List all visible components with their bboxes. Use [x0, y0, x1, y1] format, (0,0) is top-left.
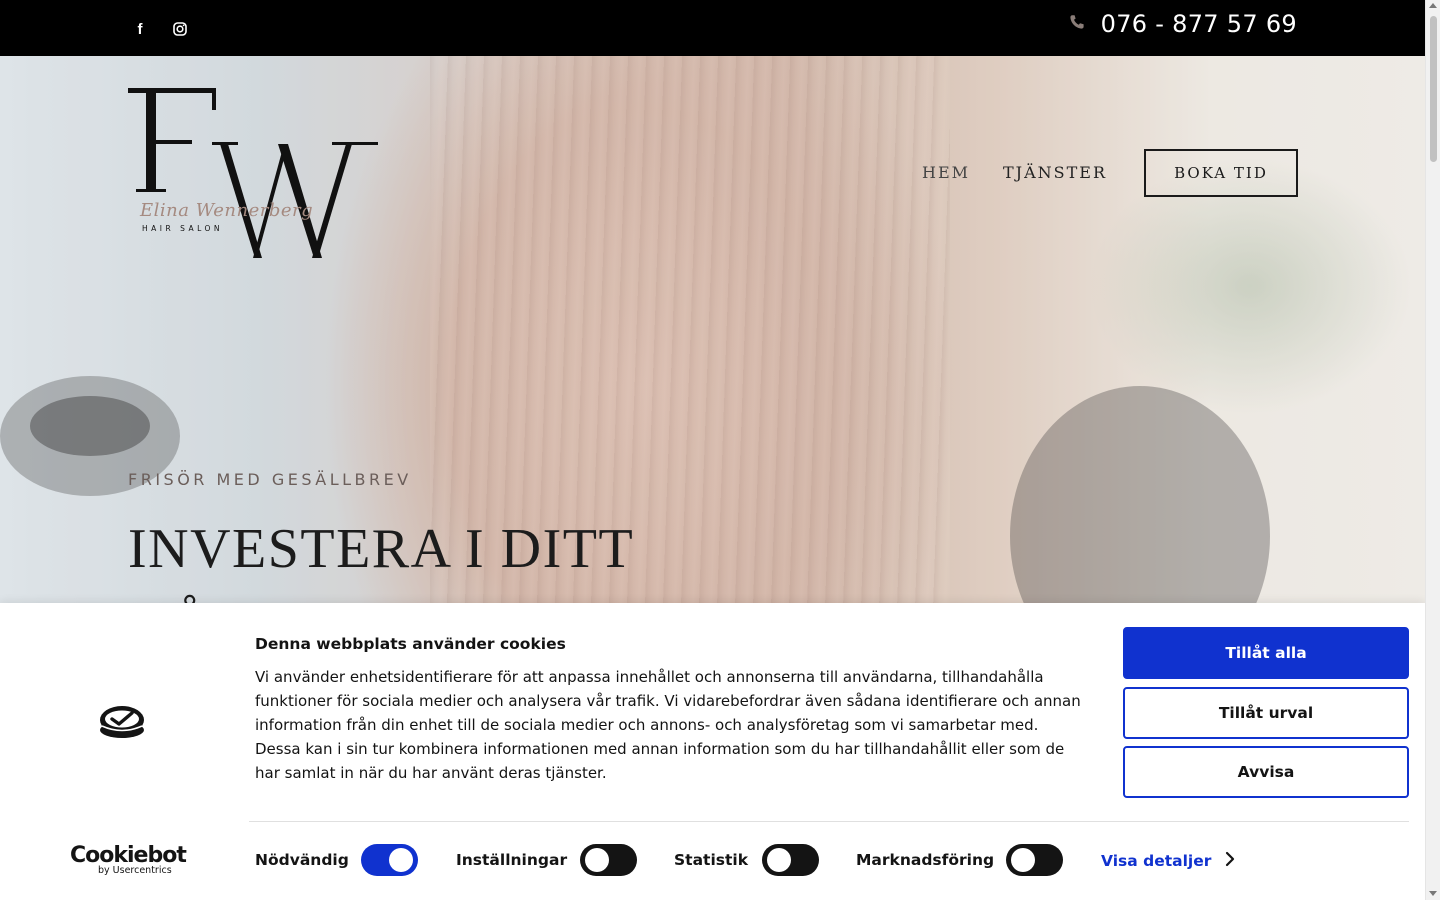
top-bar: f 076 - 877 57 69	[0, 0, 1425, 56]
toggle-label-marketing: Marknadsföring	[856, 851, 995, 869]
allow-all-button[interactable]: Tillåt alla	[1123, 627, 1409, 679]
phone-number[interactable]: 076 - 877 57 69	[1101, 10, 1297, 38]
toggle-necessary[interactable]	[361, 844, 418, 876]
salon-logo[interactable]: Elina Wennerberg HAIR SALON	[128, 88, 380, 260]
instagram-icon[interactable]	[169, 18, 191, 40]
toggle-marketing[interactable]	[1006, 844, 1063, 876]
toggle-knob	[1011, 848, 1035, 872]
hero-headline-line1: INVESTERA I DITT	[128, 518, 635, 580]
hero-image-shoulder	[1010, 386, 1270, 603]
toggle-label-necessary: Nödvändig	[255, 851, 349, 869]
toggle-knob	[389, 848, 413, 872]
book-appointment-button[interactable]: BOKA TID	[1144, 149, 1298, 197]
toggle-statistics[interactable]	[762, 844, 819, 876]
toggle-preferences[interactable]	[580, 844, 637, 876]
scroll-thumb[interactable]	[1430, 16, 1437, 162]
deny-button[interactable]: Avvisa	[1123, 746, 1409, 798]
phone-contact[interactable]: 076 - 877 57 69	[1069, 10, 1297, 38]
cookie-description: Vi använder enhetsidentifierare för att …	[255, 668, 1081, 782]
cookie-banner: Denna webbplats använder cookies Vi anvä…	[0, 603, 1425, 900]
scroll-up-icon[interactable]	[1429, 3, 1437, 8]
cookie-title: Denna webbplats använder cookies	[255, 635, 566, 653]
toggle-knob	[767, 848, 791, 872]
allow-selection-button[interactable]: Tillåt urval	[1123, 687, 1409, 739]
phone-icon	[1069, 14, 1085, 34]
logo-script-name: Elina Wennerberg	[140, 200, 314, 221]
cookie-divider	[249, 821, 1409, 822]
hero-image-object	[30, 396, 150, 456]
logo-subtitle: HAIR SALON	[142, 224, 224, 233]
facebook-icon[interactable]: f	[129, 18, 151, 40]
toggle-label-preferences: Inställningar	[456, 851, 568, 869]
nav-item-hem[interactable]: HEM	[922, 163, 970, 182]
cookiebot-logo[interactable]: Cookiebot by Usercentrics	[70, 843, 187, 876]
show-details-label: Visa detaljer	[1101, 852, 1212, 870]
page-scrollbar[interactable]	[1425, 0, 1440, 900]
chevron-right-icon	[1225, 851, 1235, 871]
nav-item-tjanster[interactable]: TJÄNSTER	[1003, 163, 1107, 182]
cookie-consent-icon	[98, 703, 146, 743]
toggle-label-statistics: Statistik	[674, 851, 749, 869]
toggle-knob	[585, 848, 609, 872]
scroll-down-icon[interactable]	[1429, 891, 1437, 896]
hero-kicker: FRISÖR MED GESÄLLBREV	[128, 470, 412, 489]
show-details-link[interactable]: Visa detaljer	[1101, 851, 1235, 871]
